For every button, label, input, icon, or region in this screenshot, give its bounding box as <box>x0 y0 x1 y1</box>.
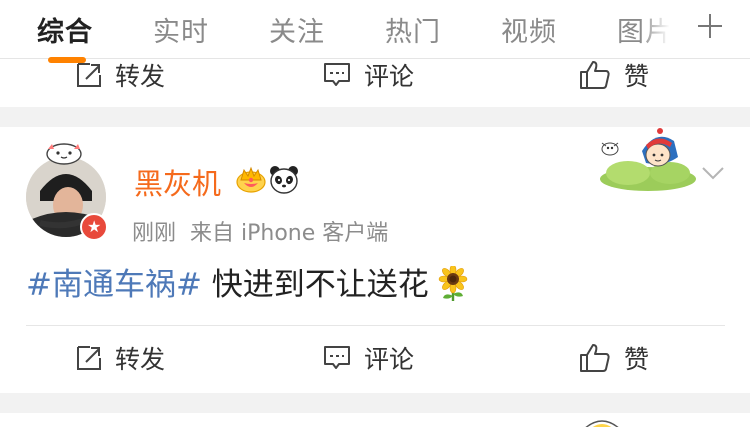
like-button[interactable]: 赞 <box>579 333 649 383</box>
username[interactable]: 黑灰机 <box>134 161 221 203</box>
forward-label: 转发 <box>115 345 166 374</box>
forward-button[interactable]: 转发 <box>76 333 165 383</box>
comment-icon <box>324 346 350 369</box>
comment-icon <box>324 63 350 86</box>
comment-button[interactable]: 评论 <box>323 333 414 383</box>
card-divider <box>26 325 725 326</box>
crown-icon[interactable] <box>236 165 266 193</box>
active-tab-indicator <box>48 57 86 63</box>
plus-icon[interactable] <box>690 6 730 46</box>
tab-comprehensive[interactable]: 综合 <box>37 10 93 50</box>
previous-like-button[interactable]: 赞 <box>579 59 650 100</box>
cartoon-sticker <box>600 128 696 191</box>
previous-post-card: 转发 评论 赞 <box>0 58 750 107</box>
chevron-down-icon[interactable] <box>701 165 725 181</box>
like-icon <box>580 344 610 372</box>
verified-star: ★ <box>87 217 102 236</box>
tab-video[interactable]: 视频 <box>501 10 557 50</box>
panda-icon[interactable] <box>268 164 300 194</box>
forward-icon <box>77 346 101 370</box>
tab-realtime[interactable]: 实时 <box>153 10 209 50</box>
post-source: 来自 iPhone 客户端 <box>190 221 389 246</box>
tab-hot[interactable]: 热门 <box>385 10 441 50</box>
forward-icon <box>77 63 101 87</box>
like-icon <box>580 61 610 89</box>
channel-tab-bar: 综合 实时 关注 热门 视频 图片 <box>0 0 750 58</box>
tab-following[interactable]: 关注 <box>269 10 325 50</box>
previous-forward-button[interactable]: 转发 <box>76 59 166 100</box>
verified-badge: ★ <box>80 213 108 241</box>
post-card: ★ 黑灰机 刚刚 来自 iPhone 客户端 #南通车祸# 快进到不让送花 转发… <box>0 127 750 393</box>
tab-overflow-fade <box>640 0 682 58</box>
comment-label: 评论 <box>364 62 415 91</box>
post-time: 刚刚 <box>132 221 177 246</box>
sunflower-icon <box>438 265 468 301</box>
post-body: 快进到不让送花 <box>201 267 429 303</box>
post-action-bar: 转发 评论 赞 <box>0 333 750 383</box>
forward-label: 转发 <box>115 62 166 91</box>
like-label: 赞 <box>624 62 650 91</box>
next-sticker-peek <box>585 420 619 427</box>
post-meta: 刚刚 来自 iPhone 客户端 <box>132 215 388 247</box>
post-text: #南通车祸# 快进到不让送花 <box>26 259 471 305</box>
comment-label: 评论 <box>364 345 415 374</box>
previous-comment-button[interactable]: 评论 <box>323 59 415 100</box>
hashtag-link[interactable]: #南通车祸# <box>26 267 202 303</box>
like-label: 赞 <box>624 345 650 374</box>
previous-post-action-bar: 转发 评论 赞 <box>0 59 750 100</box>
next-post-card <box>0 413 750 427</box>
